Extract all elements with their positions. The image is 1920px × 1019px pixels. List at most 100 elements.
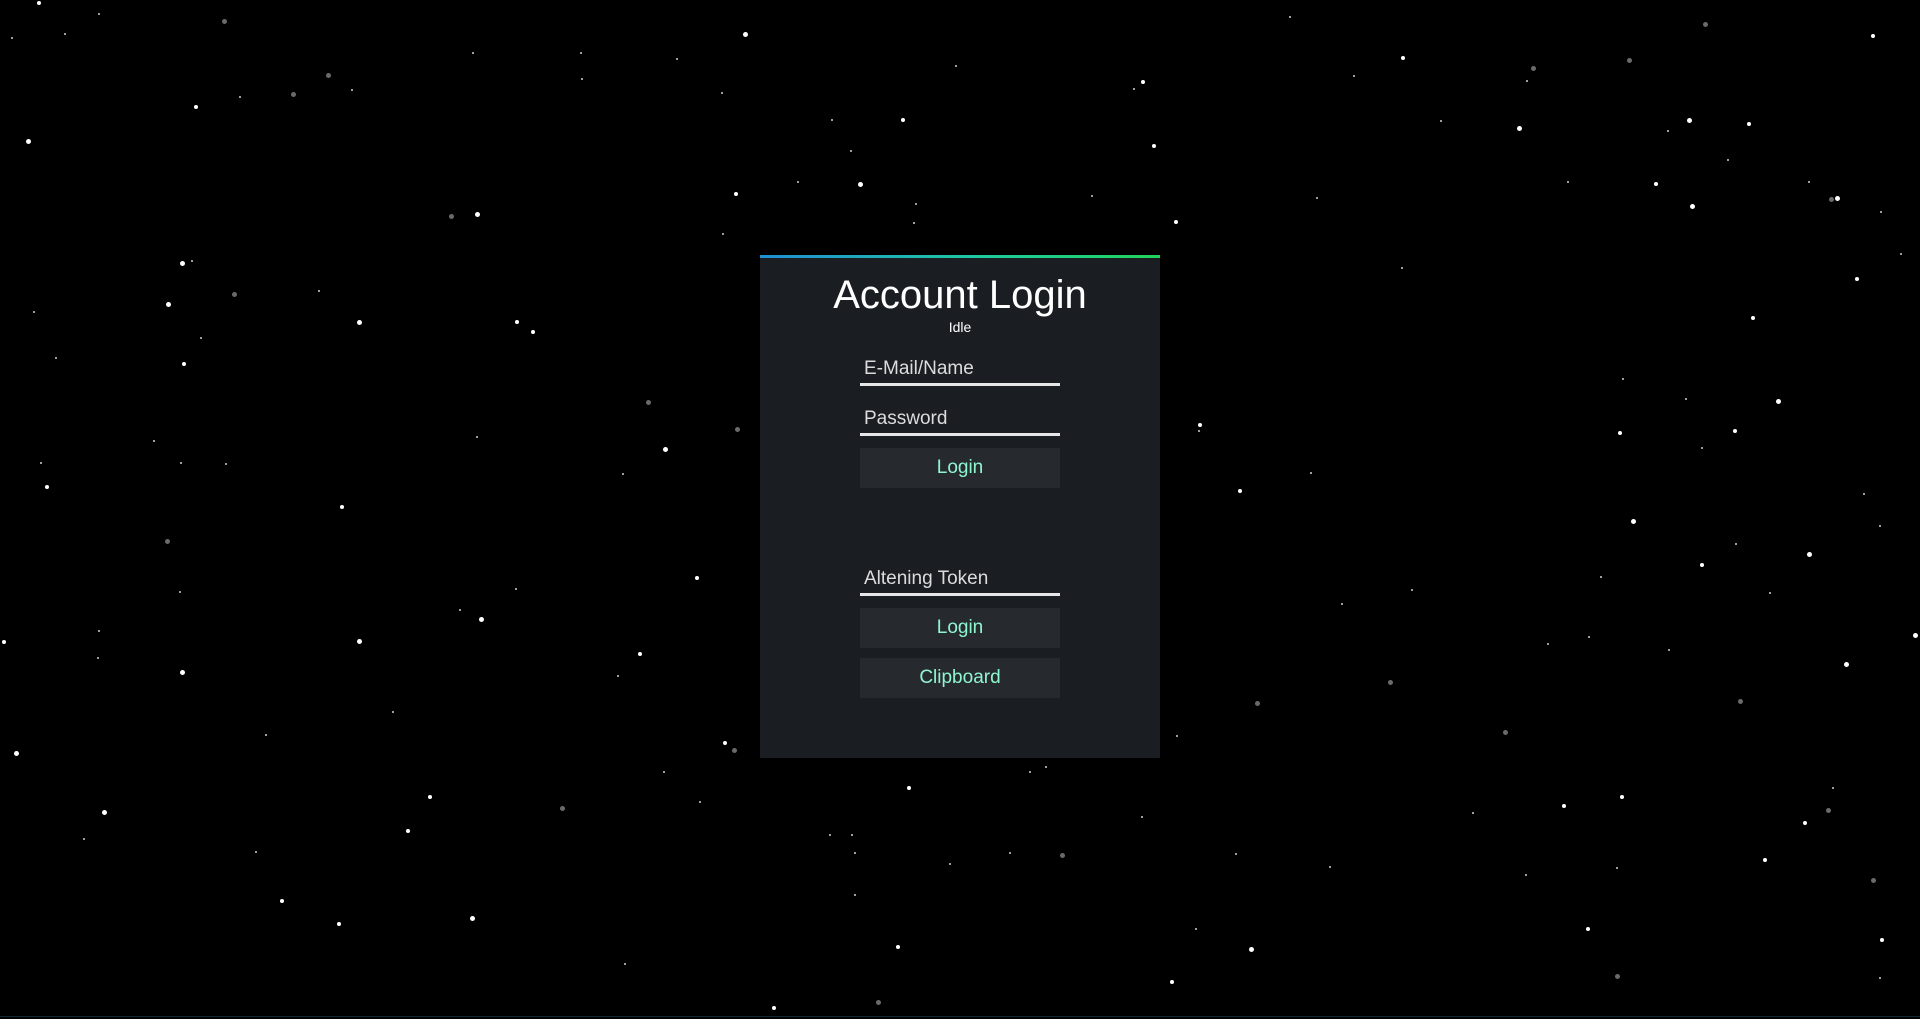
star xyxy=(907,786,911,790)
star xyxy=(180,462,182,464)
email-input[interactable] xyxy=(860,355,1060,383)
star xyxy=(1667,130,1669,132)
star xyxy=(515,320,519,324)
star xyxy=(1631,519,1636,524)
password-input[interactable] xyxy=(860,405,1060,433)
star xyxy=(1329,866,1331,868)
star xyxy=(392,711,394,713)
star xyxy=(1835,196,1840,201)
star xyxy=(1141,816,1143,818)
star xyxy=(955,65,957,67)
star xyxy=(179,591,181,593)
star xyxy=(622,473,624,475)
star xyxy=(1620,795,1624,799)
star xyxy=(1855,277,1859,281)
star xyxy=(735,427,740,432)
star xyxy=(1195,928,1197,930)
login-panel: Account Login Idle Login Login Clipboard xyxy=(760,255,1160,758)
login-button[interactable]: Login xyxy=(860,448,1060,488)
star xyxy=(1235,853,1237,855)
star xyxy=(1238,489,1242,493)
star xyxy=(901,118,905,122)
star xyxy=(580,52,582,54)
star xyxy=(239,96,241,98)
star xyxy=(357,320,362,325)
star xyxy=(1316,197,1318,199)
star xyxy=(1586,927,1590,931)
star xyxy=(45,485,49,489)
star xyxy=(1091,195,1093,197)
status-text: Idle xyxy=(948,319,972,335)
star xyxy=(723,741,727,745)
star xyxy=(1567,181,1569,183)
star xyxy=(340,505,344,509)
star xyxy=(1622,378,1624,380)
star xyxy=(1531,66,1536,71)
star xyxy=(949,863,951,865)
star xyxy=(1353,75,1355,77)
star xyxy=(55,357,57,359)
star xyxy=(1735,543,1737,545)
star xyxy=(1616,867,1618,869)
star xyxy=(33,311,35,313)
star xyxy=(1900,253,1902,255)
star xyxy=(722,233,724,235)
star xyxy=(1880,938,1884,942)
star xyxy=(475,212,480,217)
star xyxy=(1525,874,1527,876)
star xyxy=(64,33,66,35)
star xyxy=(1654,182,1658,186)
star xyxy=(1141,80,1145,84)
star xyxy=(1198,430,1200,432)
star xyxy=(1808,181,1810,183)
star xyxy=(1832,787,1834,789)
star xyxy=(1503,730,1508,735)
star xyxy=(98,630,100,632)
star xyxy=(406,829,410,833)
star xyxy=(180,261,185,266)
star xyxy=(472,52,474,54)
star xyxy=(165,539,170,544)
star xyxy=(1763,858,1767,862)
star xyxy=(459,609,461,611)
star xyxy=(1913,633,1918,638)
star xyxy=(1627,58,1632,63)
star xyxy=(98,13,100,15)
star xyxy=(1152,144,1156,148)
star xyxy=(1690,204,1695,209)
star xyxy=(854,852,856,854)
star xyxy=(1879,977,1881,979)
star xyxy=(280,899,284,903)
star xyxy=(851,834,853,836)
token-login-button[interactable]: Login xyxy=(860,608,1060,648)
token-input[interactable] xyxy=(860,565,1060,593)
star xyxy=(1863,493,1865,495)
star xyxy=(699,801,701,803)
star xyxy=(479,617,484,622)
star xyxy=(663,771,665,773)
star xyxy=(1440,120,1442,122)
star xyxy=(1687,118,1692,123)
star xyxy=(1700,563,1704,567)
star xyxy=(180,670,185,675)
star xyxy=(831,119,833,121)
star xyxy=(182,362,186,366)
star xyxy=(676,58,678,60)
star xyxy=(1411,589,1413,591)
star xyxy=(1249,947,1254,952)
star xyxy=(449,214,454,219)
star xyxy=(255,851,257,853)
star xyxy=(1668,649,1670,651)
star xyxy=(1588,636,1590,638)
clipboard-button[interactable]: Clipboard xyxy=(860,658,1060,698)
star xyxy=(1472,812,1474,814)
star xyxy=(97,657,99,659)
star xyxy=(1703,22,1708,27)
star xyxy=(858,182,863,187)
star xyxy=(1807,552,1812,557)
star xyxy=(1255,701,1260,706)
star xyxy=(732,748,737,753)
star xyxy=(232,292,237,297)
star xyxy=(291,92,296,97)
star xyxy=(829,834,831,836)
